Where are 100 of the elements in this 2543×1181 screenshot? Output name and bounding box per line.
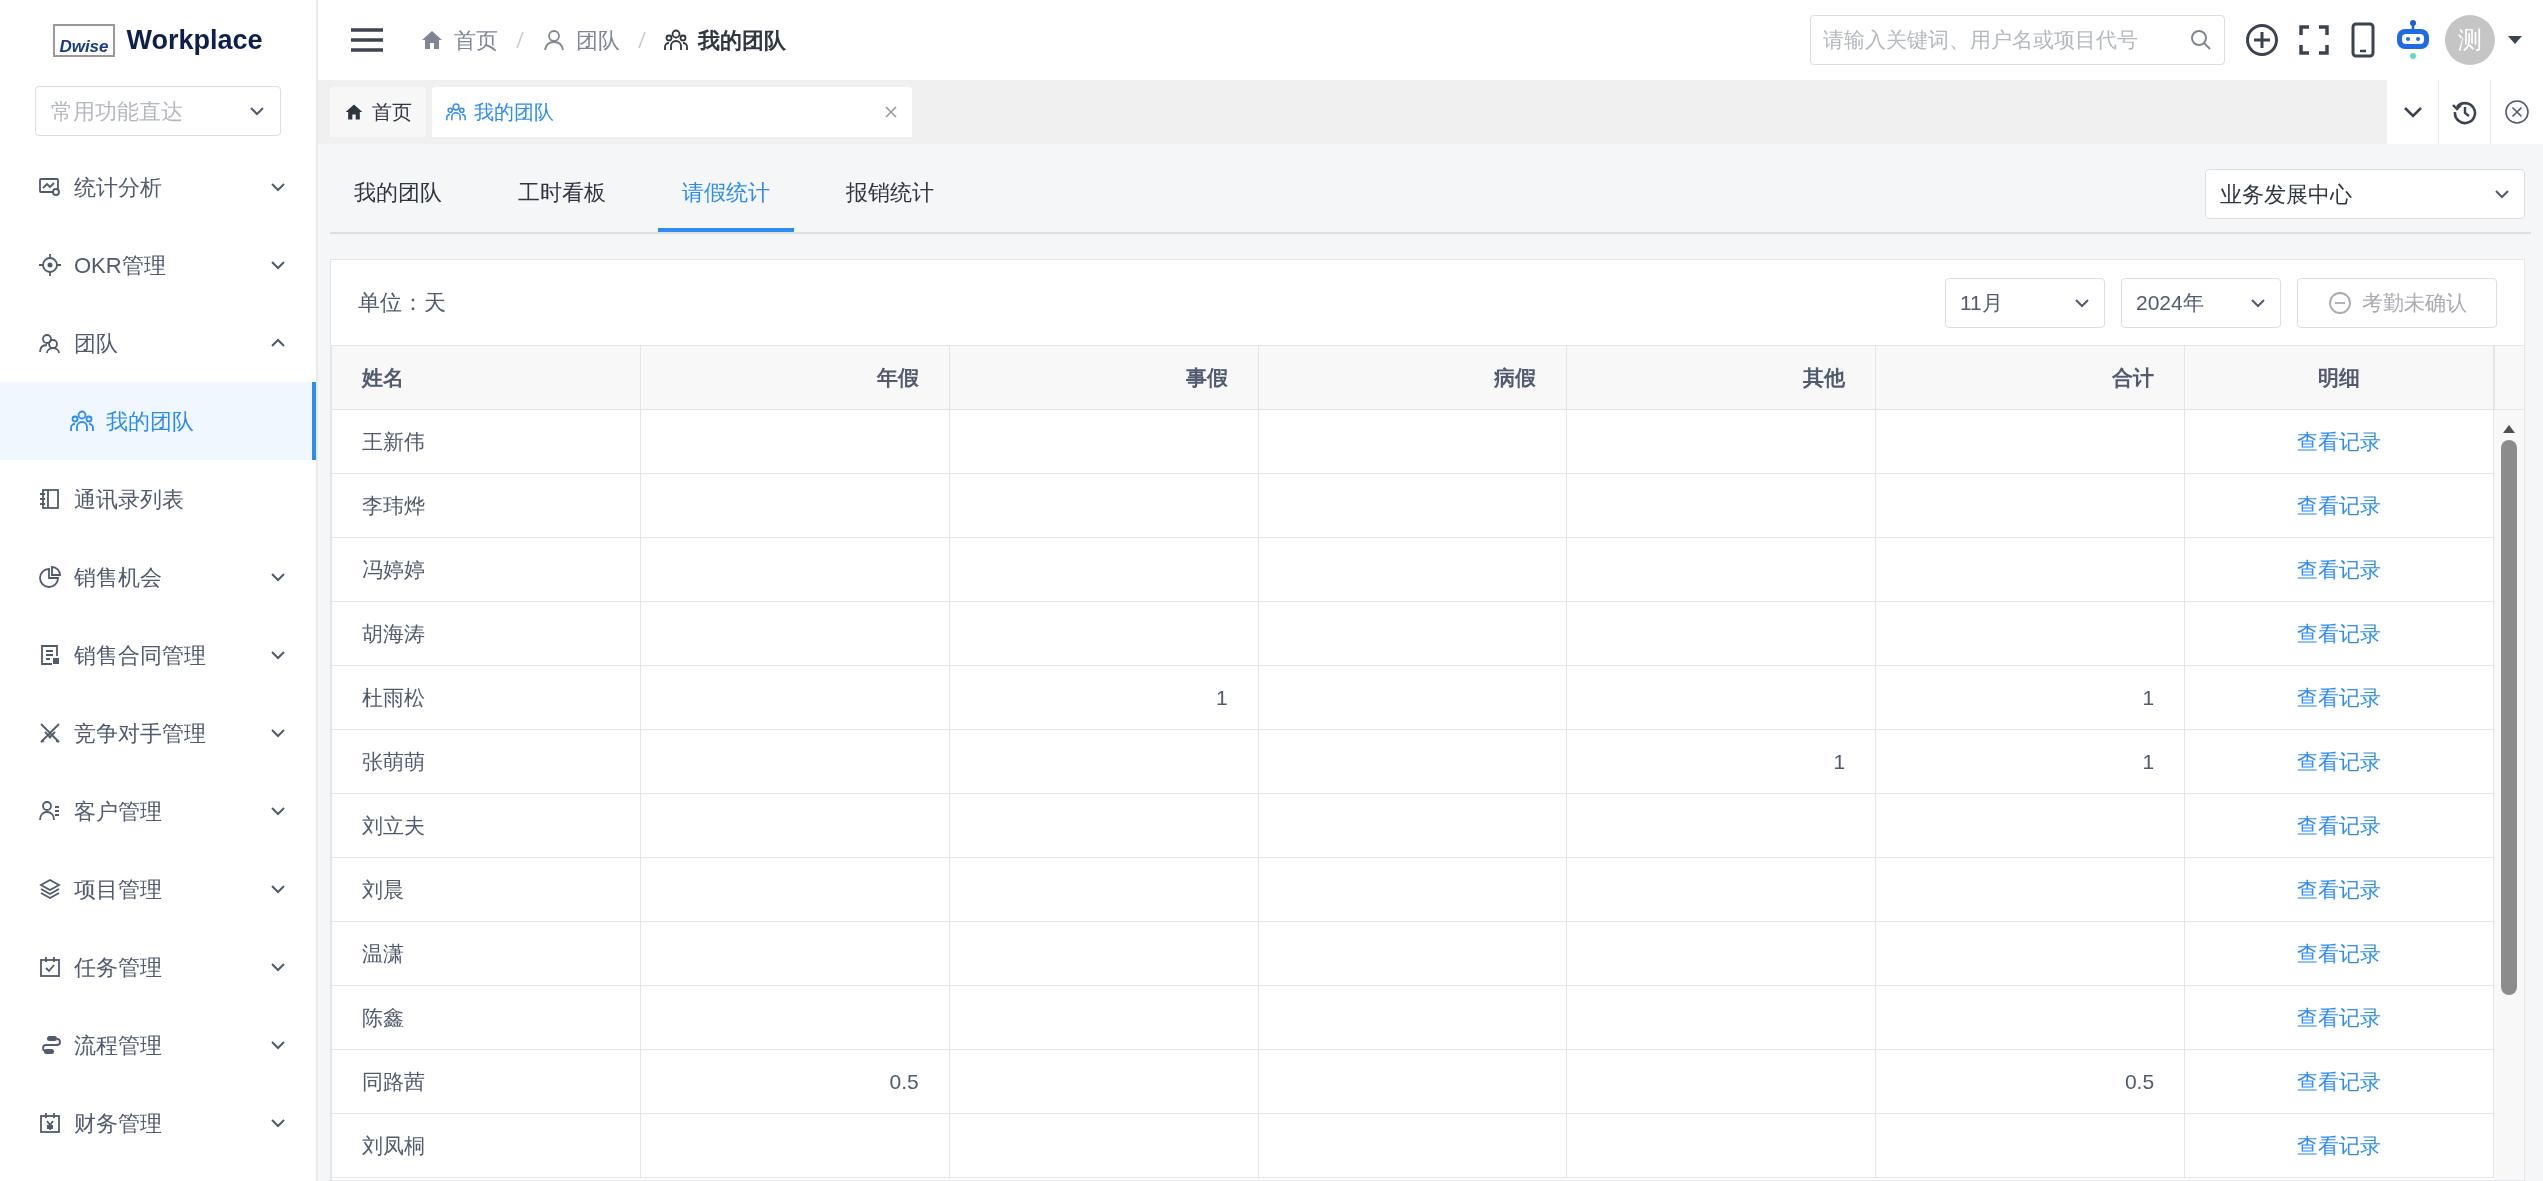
breadcrumb-link[interactable]: 团队 bbox=[542, 23, 620, 57]
table-cell: 1 bbox=[949, 666, 1259, 730]
chevron-down-icon bbox=[2250, 297, 2266, 308]
view-records-link[interactable]: 查看记录 bbox=[2297, 425, 2382, 458]
sidebar-item[interactable]: 财务管理 bbox=[0, 1084, 316, 1162]
team-icon bbox=[446, 102, 466, 122]
year-select[interactable]: 2024年 bbox=[2121, 277, 2281, 328]
table-cell: 张萌萌 bbox=[332, 730, 641, 794]
view-records-link[interactable]: 查看记录 bbox=[2297, 1129, 2382, 1162]
sidebar-item[interactable]: 统计分析 bbox=[0, 148, 316, 226]
sidebar-item[interactable]: 任务管理 bbox=[0, 928, 316, 1006]
page-tab[interactable]: 首页 bbox=[330, 87, 426, 137]
view-records-link[interactable]: 查看记录 bbox=[2297, 937, 2382, 970]
robot-icon[interactable] bbox=[2395, 19, 2431, 61]
minus-circle-icon bbox=[2327, 290, 2352, 315]
add-circle-icon[interactable] bbox=[2245, 23, 2279, 57]
tab[interactable]: 工时看板 bbox=[494, 156, 630, 232]
chevron-down-icon bbox=[249, 106, 265, 116]
table-cell: 王新伟 bbox=[332, 410, 641, 474]
table-cell: 同路茜 bbox=[332, 1050, 641, 1114]
table-cell: 刘立夫 bbox=[332, 794, 641, 858]
chevron-down-icon bbox=[2494, 189, 2510, 199]
logo-mark: Dwise bbox=[53, 23, 115, 57]
table-cell: 刘晨 bbox=[332, 858, 641, 922]
breadcrumb-separator bbox=[638, 31, 646, 49]
mobile-phone-icon[interactable] bbox=[2351, 22, 2375, 58]
column-header: 事假 bbox=[949, 346, 1259, 410]
sidebar-item[interactable]: 团队 bbox=[0, 304, 316, 382]
sidebar-item[interactable]: OKR管理 bbox=[0, 226, 316, 304]
document-icon bbox=[38, 643, 62, 667]
team-icon bbox=[70, 409, 94, 433]
view-records-link[interactable]: 查看记录 bbox=[2297, 553, 2382, 586]
breadcrumb-link[interactable]: 首页 bbox=[420, 23, 498, 57]
search-icon[interactable] bbox=[2190, 29, 2212, 51]
sidebar-item[interactable]: 销售合同管理 bbox=[0, 616, 316, 694]
tab[interactable]: 我的团队 bbox=[330, 156, 466, 232]
view-records-link[interactable]: 查看记录 bbox=[2297, 489, 2382, 522]
crossed-swords-icon bbox=[38, 721, 62, 745]
column-header: 病假 bbox=[1258, 346, 1568, 410]
view-records-link[interactable]: 查看记录 bbox=[2297, 681, 2382, 714]
table-cell: 冯婷婷 bbox=[332, 538, 641, 602]
view-records-link[interactable]: 查看记录 bbox=[2297, 809, 2382, 842]
table-cell: 温潇 bbox=[332, 922, 641, 986]
fullscreen-icon[interactable] bbox=[2299, 25, 2329, 55]
menu-icon[interactable] bbox=[350, 27, 384, 53]
home-icon bbox=[344, 102, 364, 122]
breadcrumb-link[interactable]: 我的团队 bbox=[664, 23, 786, 57]
target-icon bbox=[38, 253, 62, 277]
chevron-down-icon bbox=[2074, 297, 2090, 308]
table-cell: 0.5 bbox=[640, 1050, 950, 1114]
layers-icon bbox=[38, 877, 62, 901]
table-cell: 胡海涛 bbox=[332, 602, 641, 666]
view-records-link[interactable]: 查看记录 bbox=[2297, 617, 2382, 650]
breadcrumb-separator bbox=[516, 31, 524, 49]
sidebar-item[interactable]: 竞争对手管理 bbox=[0, 694, 316, 772]
view-records-link[interactable]: 查看记录 bbox=[2297, 1001, 2382, 1034]
sidebar-item[interactable]: 通讯录列表 bbox=[0, 460, 316, 538]
address-book-icon bbox=[38, 487, 62, 511]
column-header: 年假 bbox=[640, 346, 950, 410]
pie-chart-icon bbox=[38, 565, 62, 589]
table-cell: 1 bbox=[1567, 730, 1877, 794]
close-icon bbox=[2504, 99, 2530, 125]
customer-list-icon bbox=[38, 799, 62, 823]
table-cell: 1 bbox=[1876, 730, 2186, 794]
column-header: 合计 bbox=[1876, 346, 2186, 410]
calendar-check-icon bbox=[38, 955, 62, 979]
close-icon[interactable] bbox=[884, 105, 898, 119]
tab[interactable]: 报销统计 bbox=[822, 156, 958, 232]
table-cell: 刘凤桐 bbox=[332, 1114, 641, 1178]
column-header: 姓名 bbox=[332, 346, 641, 410]
month-select[interactable]: 11月 bbox=[1945, 277, 2105, 328]
chevron-down-icon bbox=[2402, 106, 2423, 118]
view-records-link[interactable]: 查看记录 bbox=[2297, 745, 2382, 778]
sidebar-item[interactable]: 项目管理 bbox=[0, 850, 316, 928]
table-cell: 陈鑫 bbox=[332, 986, 641, 1050]
home-icon bbox=[420, 28, 444, 52]
column-header: 其他 bbox=[1567, 346, 1877, 410]
table-cell: 杜雨松 bbox=[332, 666, 641, 730]
sidebar-item[interactable]: 销售机会 bbox=[0, 538, 316, 616]
view-records-link[interactable]: 查看记录 bbox=[2297, 1065, 2382, 1098]
chart-screen-icon bbox=[38, 175, 62, 199]
department-select[interactable]: 业务发展中心 bbox=[2205, 169, 2525, 219]
users-icon bbox=[38, 331, 62, 355]
search-field[interactable]: 请输入关键词、用户名或项目代号 bbox=[1810, 15, 2225, 65]
sidebar-item[interactable]: 流程管理 bbox=[0, 1006, 316, 1084]
sidebar-item[interactable]: 客户管理 bbox=[0, 772, 316, 850]
app-title: Workplace bbox=[126, 23, 263, 57]
history-icon bbox=[2451, 99, 2478, 125]
unit-label: 单位：天 bbox=[358, 289, 446, 317]
team-icon bbox=[664, 28, 688, 52]
page-tab[interactable]: 我的团队 bbox=[432, 87, 912, 137]
calendar-yen-icon bbox=[38, 1111, 62, 1135]
user-icon bbox=[542, 28, 566, 52]
view-records-link[interactable]: 查看记录 bbox=[2297, 873, 2382, 906]
table-cell: 李玮烨 bbox=[332, 474, 641, 538]
table-cell: 0.5 bbox=[1876, 1050, 2186, 1114]
caret-down-icon[interactable] bbox=[2507, 35, 2523, 45]
scroll-up-arrow-icon[interactable] bbox=[2502, 424, 2516, 434]
table-cell: 1 bbox=[1876, 666, 2186, 730]
scrollbar-thumb[interactable] bbox=[2501, 440, 2517, 995]
